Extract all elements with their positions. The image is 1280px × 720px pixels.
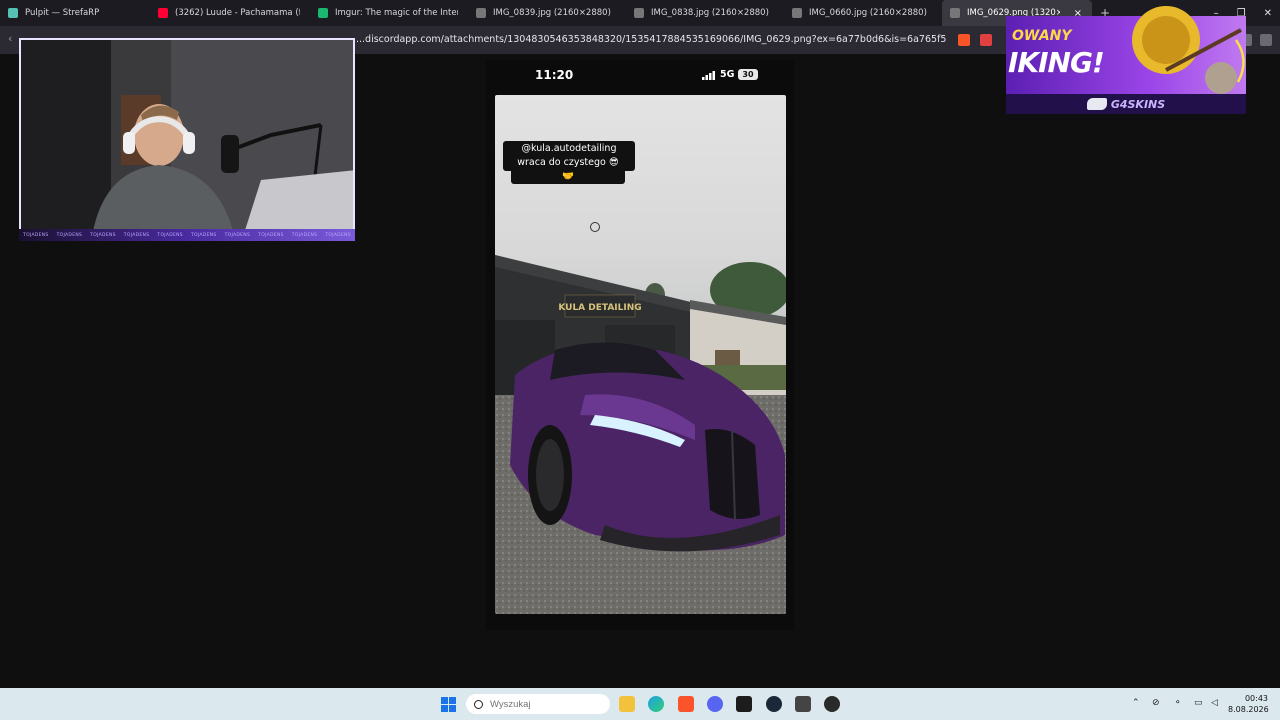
tab-favicon-icon (792, 8, 802, 18)
webcam-overlay (19, 38, 355, 241)
tray-hidden-icon[interactable]: ⊘ (1152, 698, 1160, 708)
g4skins-logo-icon (1086, 98, 1107, 110)
taskbar-search[interactable] (466, 694, 610, 714)
tab-label: IMG_0660.jpg (2160×2880) (809, 8, 927, 18)
phone-status-time: 11:20 (535, 68, 574, 82)
webcam-strip-label: TOJADENS (157, 232, 183, 238)
sponsor-art-icon (1132, 6, 1245, 94)
tab-favicon-icon (8, 8, 18, 18)
webcam-overlay-strip: TOJADENS TOJADENS TOJADENS TOJADENS TOJADENS… (19, 229, 355, 241)
brave-shield-icon[interactable] (958, 34, 970, 46)
brave-icon[interactable] (678, 696, 694, 712)
tab-label: IMG_0838.jpg (2160×2880) (651, 8, 769, 18)
tray-chevron-icon[interactable]: ⌃ (1132, 698, 1140, 708)
tab-label: Imgur: The magic of the Internet (335, 8, 458, 18)
taskbar-clock[interactable]: 00:43 8.08.2026 (1228, 693, 1269, 715)
tray-volume-icon[interactable]: ◁ (1211, 698, 1218, 708)
sponsor-brand: G4SKINS (1110, 97, 1166, 111)
webcam-strip-label: TOJADENS (190, 232, 217, 238)
obs-icon[interactable] (736, 696, 752, 712)
search-icon (474, 699, 483, 709)
steam-icon[interactable] (766, 696, 782, 712)
back-icon[interactable]: ‹ (8, 32, 12, 45)
sponsor-banner-line2: IKING! (1008, 46, 1105, 79)
webcam-strip-label: TOJADENS (90, 232, 116, 238)
webcam-strip-label: TOJADENS (23, 232, 49, 238)
signal-icon (702, 71, 715, 80)
webcam-strip-label: TOJADENS (291, 232, 318, 238)
clock-date: 8.08.2026 (1228, 705, 1269, 714)
tab-label: (3262) Luude - Pachamama (fea (175, 8, 300, 18)
browser-tab[interactable]: IMG_0660.jpg (2160×2880) (784, 0, 942, 26)
tab-favicon-icon (476, 8, 486, 18)
url-bar[interactable]: ...discordapp.com/attachments/1304830546… (356, 34, 946, 45)
battery-icon: 30 (738, 69, 758, 80)
zoom-cursor-icon (590, 222, 600, 232)
tab-favicon-icon (318, 8, 328, 18)
tab-favicon-icon (950, 8, 960, 18)
menu-icon[interactable] (1260, 34, 1272, 46)
app-icon[interactable] (824, 696, 840, 712)
webcam-strip-label: TOJADENS (224, 232, 251, 238)
sponsor-banner: OWANY IKING! G4SKINS (1006, 0, 1254, 116)
capcut-icon[interactable] (795, 696, 811, 712)
discord-icon[interactable] (707, 696, 723, 712)
tab-label: IMG_0839.jpg (2160×2880) (493, 8, 611, 18)
start-button-icon[interactable] (441, 697, 456, 712)
clock-time: 00:43 (1244, 694, 1268, 703)
tab-favicon-icon (634, 8, 644, 18)
phone-network: 5G (720, 69, 735, 80)
garage-sign-text: KULA DETAILING (558, 303, 641, 313)
webcam-strip-label: TOJADENS (258, 232, 284, 238)
sponsor-banner-line1: OWANY (1012, 28, 1072, 44)
webcam-strip-label: TOJADENS (56, 232, 83, 238)
edge-icon[interactable] (648, 696, 664, 712)
windows-taskbar (0, 688, 1280, 720)
browser-tab[interactable]: IMG_0838.jpg (2160×2880) (626, 0, 784, 26)
tray-mic-icon[interactable]: ⚬ (1174, 698, 1182, 708)
taskbar-search-input[interactable] (490, 698, 600, 710)
sponsor-banner-footer: G4SKINS (1006, 94, 1246, 114)
browser-tab[interactable]: Pulpit — StrefaRP (0, 0, 150, 26)
tray-network-icon[interactable]: ▭ (1194, 698, 1203, 708)
tab-label: Pulpit — StrefaRP (25, 8, 100, 18)
browser-tab[interactable]: (3262) Luude - Pachamama (fea (150, 0, 310, 26)
browser-tab[interactable]: Imgur: The magic of the Internet (310, 0, 468, 26)
story-caption-line2: wraca do czystego 😎🤝 (511, 156, 625, 184)
file-explorer-icon[interactable] (619, 696, 635, 712)
browser-tab[interactable]: IMG_0839.jpg (2160×2880) (468, 0, 626, 26)
streamer-webcam-illustration (21, 40, 353, 239)
webcam-strip-label: TOJADENS (123, 232, 150, 238)
brave-rewards-icon[interactable] (980, 34, 992, 46)
tab-favicon-icon (158, 8, 168, 18)
close-window-button[interactable]: ✕ (1264, 8, 1272, 19)
webcam-strip-label: TOJADENS (325, 232, 351, 238)
